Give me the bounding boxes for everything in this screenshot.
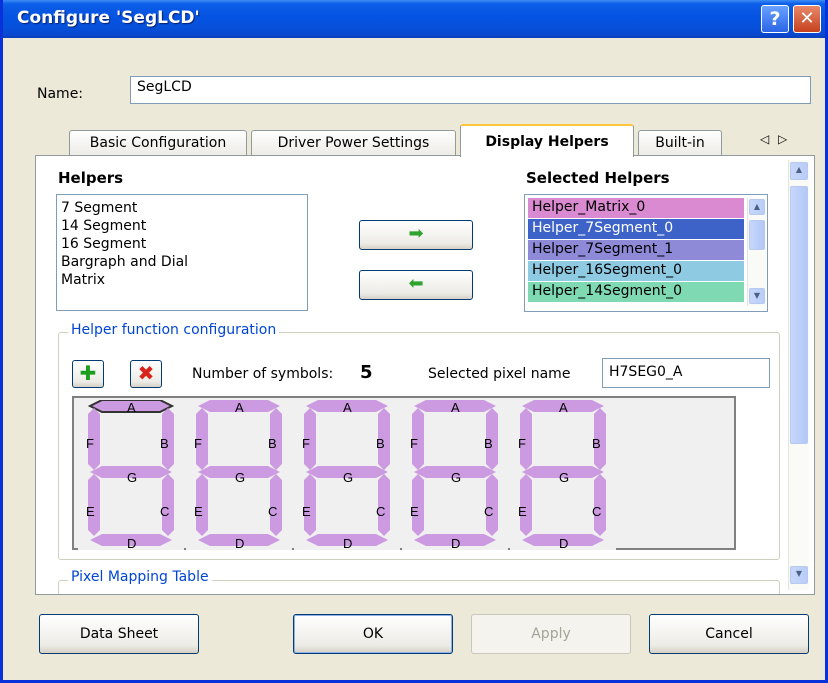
display-helpers-panel: Helpers 7 Segment 14 Segment 16 Segment … — [35, 155, 815, 595]
selected-helpers-title: Selected Helpers — [526, 169, 670, 187]
segment-label-e: E — [518, 504, 527, 519]
pixel-mapping-title: Pixel Mapping Table — [68, 569, 212, 585]
list-item[interactable]: Helper_16Segment_0 — [528, 261, 744, 281]
list-item[interactable]: Helper_7Segment_1 — [528, 240, 744, 260]
segment-label-e: E — [194, 504, 203, 519]
tab-strip: Basic Configuration Driver Power Setting… — [35, 124, 795, 157]
segment-label-e: E — [302, 504, 311, 519]
window-title: Configure 'SegLCD' — [17, 8, 200, 28]
help-button[interactable]: ? — [761, 5, 789, 33]
apply-button[interactable]: Apply — [471, 614, 631, 654]
tab-scroll-right-icon[interactable]: ▷ — [778, 132, 787, 146]
tab-driver-power-settings[interactable]: Driver Power Settings — [251, 130, 456, 156]
name-label: Name: — [37, 86, 84, 102]
add-symbol-button[interactable]: ✚ — [72, 360, 104, 388]
ok-button[interactable]: OK — [293, 614, 453, 654]
seven-segment-digit: A B C D E F G — [402, 400, 508, 551]
list-item[interactable]: Helper_7Segment_0 — [528, 219, 744, 239]
tab-scroll-left-icon[interactable]: ◁ — [760, 132, 769, 146]
arrow-left-icon: ⬅ — [408, 273, 424, 294]
segment-label-c: C — [160, 504, 170, 519]
segment-label-b: B — [160, 436, 169, 451]
segment-label-a: A — [127, 400, 136, 415]
segment-label-f: F — [410, 436, 418, 451]
segment-label-e: E — [410, 504, 419, 519]
add-helper-button[interactable]: ➡ — [359, 220, 473, 250]
segment-label-b: B — [484, 436, 493, 451]
num-symbols-value: 5 — [360, 362, 373, 383]
segment-label-g: G — [235, 470, 246, 485]
segment-label-d: D — [127, 536, 137, 551]
seven-segment-digit: A B C D E F G — [78, 399, 184, 551]
helper-config-title: Helper function configuration — [68, 322, 280, 338]
delete-symbol-button[interactable]: ✖ — [130, 360, 162, 388]
segment-label-a: A — [343, 400, 352, 415]
segment-label-f: F — [194, 436, 202, 451]
segment-label-g: G — [559, 470, 570, 485]
title-bar[interactable]: Configure 'SegLCD' ? ✕ — [3, 0, 825, 38]
scroll-down-icon[interactable]: ▼ — [749, 288, 765, 304]
data-sheet-button[interactable]: Data Sheet — [39, 614, 199, 654]
seven-segment-digit: A B C D E F G — [186, 400, 292, 551]
seven-segment-digit: A B C D E F G — [510, 400, 616, 551]
segment-label-d: D — [451, 536, 461, 551]
segment-label-b: B — [376, 436, 385, 451]
helpers-title: Helpers — [58, 169, 124, 187]
segment-label-f: F — [518, 436, 526, 451]
segment-label-g: G — [451, 470, 462, 485]
pixel-name-label: Selected pixel name — [428, 366, 571, 382]
list-item[interactable]: 7 Segment — [57, 199, 307, 217]
segment-label-a: A — [235, 400, 244, 415]
segment-label-g: G — [343, 470, 354, 485]
num-symbols-label: Number of symbols: — [192, 366, 334, 382]
tab-basic-configuration[interactable]: Basic Configuration — [69, 130, 247, 156]
pixel-name-input[interactable]: H7SEG0_A — [602, 358, 770, 388]
seven-segment-digit: A B C D E F G — [294, 400, 400, 551]
scroll-up-icon[interactable]: ▲ — [749, 199, 765, 215]
cancel-button[interactable]: Cancel — [649, 614, 809, 654]
tab-built-in[interactable]: Built-in — [638, 130, 722, 156]
segment-label-b: B — [592, 436, 601, 451]
list-item[interactable]: 14 Segment — [57, 217, 307, 235]
tab-display-helpers[interactable]: Display Helpers — [460, 124, 634, 157]
scroll-thumb[interactable] — [749, 220, 765, 250]
segment-label-b: B — [268, 436, 277, 451]
segment-label-f: F — [302, 436, 310, 451]
segment-label-d: D — [559, 536, 569, 551]
scroll-down-icon[interactable]: ▼ — [790, 566, 808, 584]
segment-label-a: A — [451, 400, 460, 415]
segment-label-f: F — [86, 436, 94, 451]
selected-helpers-list[interactable]: Helper_Matrix_0 Helper_7Segment_0 Helper… — [524, 194, 768, 312]
list-item[interactable]: Helper_Matrix_0 — [528, 198, 744, 218]
segment-label-e: E — [86, 504, 95, 519]
segment-label-a: A — [559, 400, 568, 415]
segment-label-c: C — [376, 504, 386, 519]
segment-label-g: G — [127, 470, 138, 485]
panel-scrollbar[interactable]: ▲ ▼ — [788, 160, 809, 590]
segment-label-c: C — [592, 504, 602, 519]
remove-helper-button[interactable]: ⬅ — [359, 270, 473, 300]
list-item[interactable]: Matrix — [57, 271, 307, 289]
helpers-list[interactable]: 7 Segment 14 Segment 16 Segment Bargraph… — [56, 194, 308, 311]
segment-label-d: D — [343, 536, 353, 551]
name-input[interactable]: SegLCD — [130, 76, 811, 104]
arrow-right-icon: ➡ — [408, 223, 424, 244]
list-item[interactable]: Bargraph and Dial — [57, 253, 307, 271]
close-button[interactable]: ✕ — [793, 5, 821, 33]
configure-dialog: Configure 'SegLCD' ? ✕ Name: SegLCD Basi… — [0, 0, 828, 683]
list-item[interactable]: 16 Segment — [57, 235, 307, 253]
plus-icon: ✚ — [79, 361, 97, 385]
segment-label-c: C — [268, 504, 278, 519]
segment-label-c: C — [484, 504, 494, 519]
selected-helpers-scrollbar[interactable]: ▲ ▼ — [747, 198, 766, 306]
list-item[interactable]: Helper_14Segment_0 — [528, 282, 744, 302]
delete-icon: ✖ — [137, 361, 155, 385]
scroll-up-icon[interactable]: ▲ — [790, 162, 808, 180]
segment-display-area: A B C D E F G A B C D E F G A B C D E F G A B C D E F G A B C D E F G — [72, 396, 736, 551]
segment-label-d: D — [235, 536, 245, 551]
scroll-thumb[interactable] — [790, 186, 808, 444]
